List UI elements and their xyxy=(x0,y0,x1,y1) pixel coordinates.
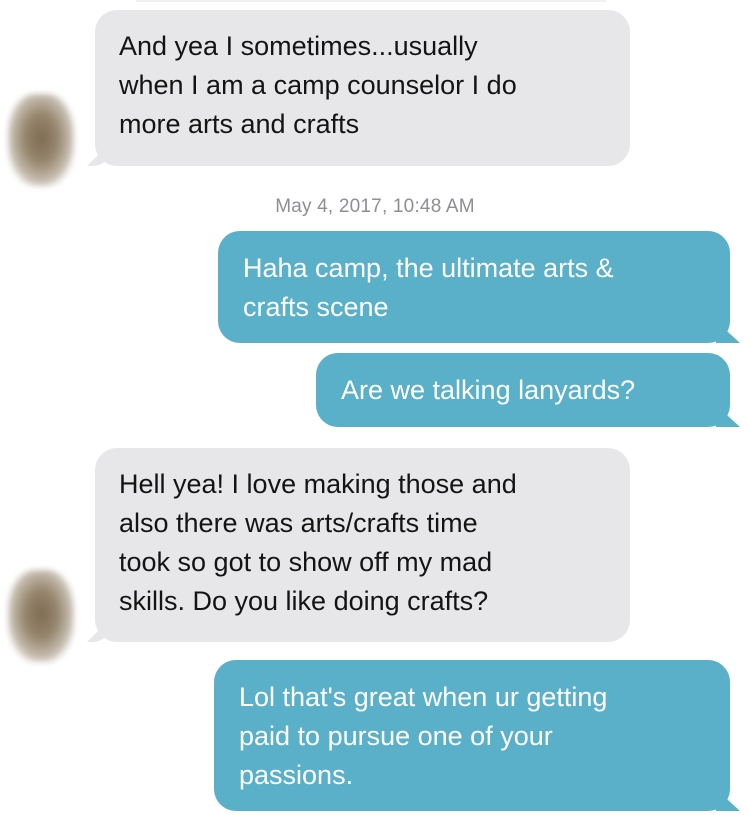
received-message-bubble[interactable]: Hell yea! I love making those and also t… xyxy=(95,448,630,642)
sent-message-bubble[interactable]: Are we talking lanyards? xyxy=(316,353,730,427)
sent-message-bubble[interactable]: Lol that's great when ur getting paid to… xyxy=(214,660,730,811)
chat-thread[interactable]: And yea I sometimes...usually when I am … xyxy=(0,0,750,815)
message-timestamp: May 4, 2017, 10:48 AM xyxy=(275,196,475,217)
previous-bubble-edge xyxy=(136,0,606,2)
contact-avatar[interactable] xyxy=(8,94,74,186)
received-message-bubble[interactable]: And yea I sometimes...usually when I am … xyxy=(95,10,630,166)
sent-message-bubble[interactable]: Haha camp, the ultimate arts & crafts sc… xyxy=(218,231,730,343)
contact-avatar[interactable] xyxy=(8,570,74,662)
